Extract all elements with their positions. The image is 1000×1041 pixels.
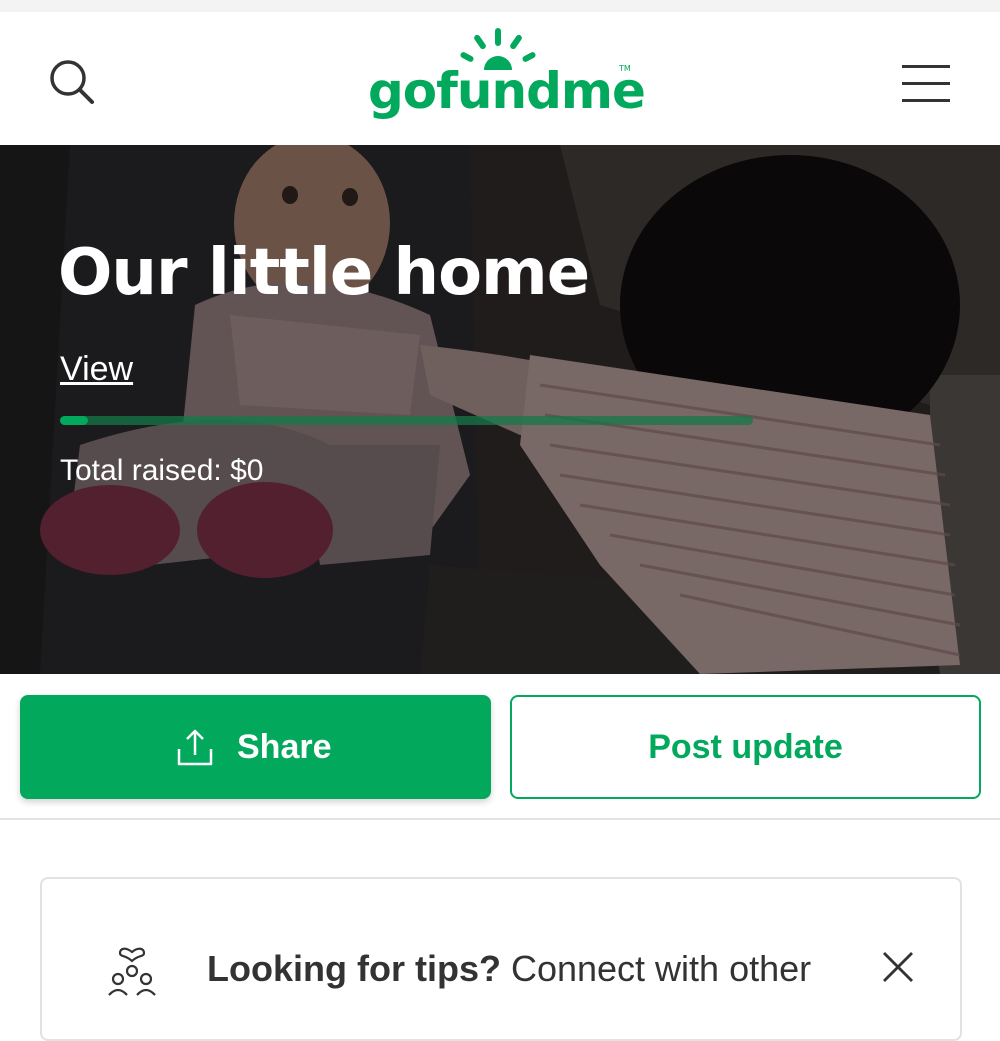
hero-dark-overlay [0,145,1000,674]
total-raised-text: Total raised: $0 [60,454,264,487]
tips-card: Looking for tips? Connect with other [40,877,962,1041]
fundraising-progress-bar [60,416,753,425]
close-icon [883,952,913,982]
campaign-title: Our little home [58,236,590,310]
post-update-button[interactable]: Post update [510,695,981,799]
site-header: gofundme TM [0,12,1000,145]
view-campaign-link[interactable]: View [60,347,133,391]
logo-wordmark: gofundme [368,62,646,120]
tips-heading: Looking for tips? [207,948,501,989]
gofundme-logo[interactable]: gofundme TM [368,26,646,130]
search-button[interactable] [44,56,100,112]
share-button[interactable]: Share [20,695,491,799]
progress-fill [60,416,88,425]
community-heart-icon [108,947,156,996]
section-divider [0,818,1000,820]
tips-message: Looking for tips? Connect with other [207,947,867,991]
close-tips-button[interactable] [878,947,918,987]
share-label: Share [237,728,332,766]
campaign-hero: Our little home View Total raised: $0 [0,145,1000,674]
logo-trademark: TM [619,64,631,73]
search-icon [50,60,94,104]
share-upload-icon [177,729,213,766]
menu-button[interactable] [898,62,954,106]
hamburger-menu-icon [902,65,950,102]
tips-body: Connect with other [500,948,812,989]
post-update-label: Post update [648,728,843,766]
